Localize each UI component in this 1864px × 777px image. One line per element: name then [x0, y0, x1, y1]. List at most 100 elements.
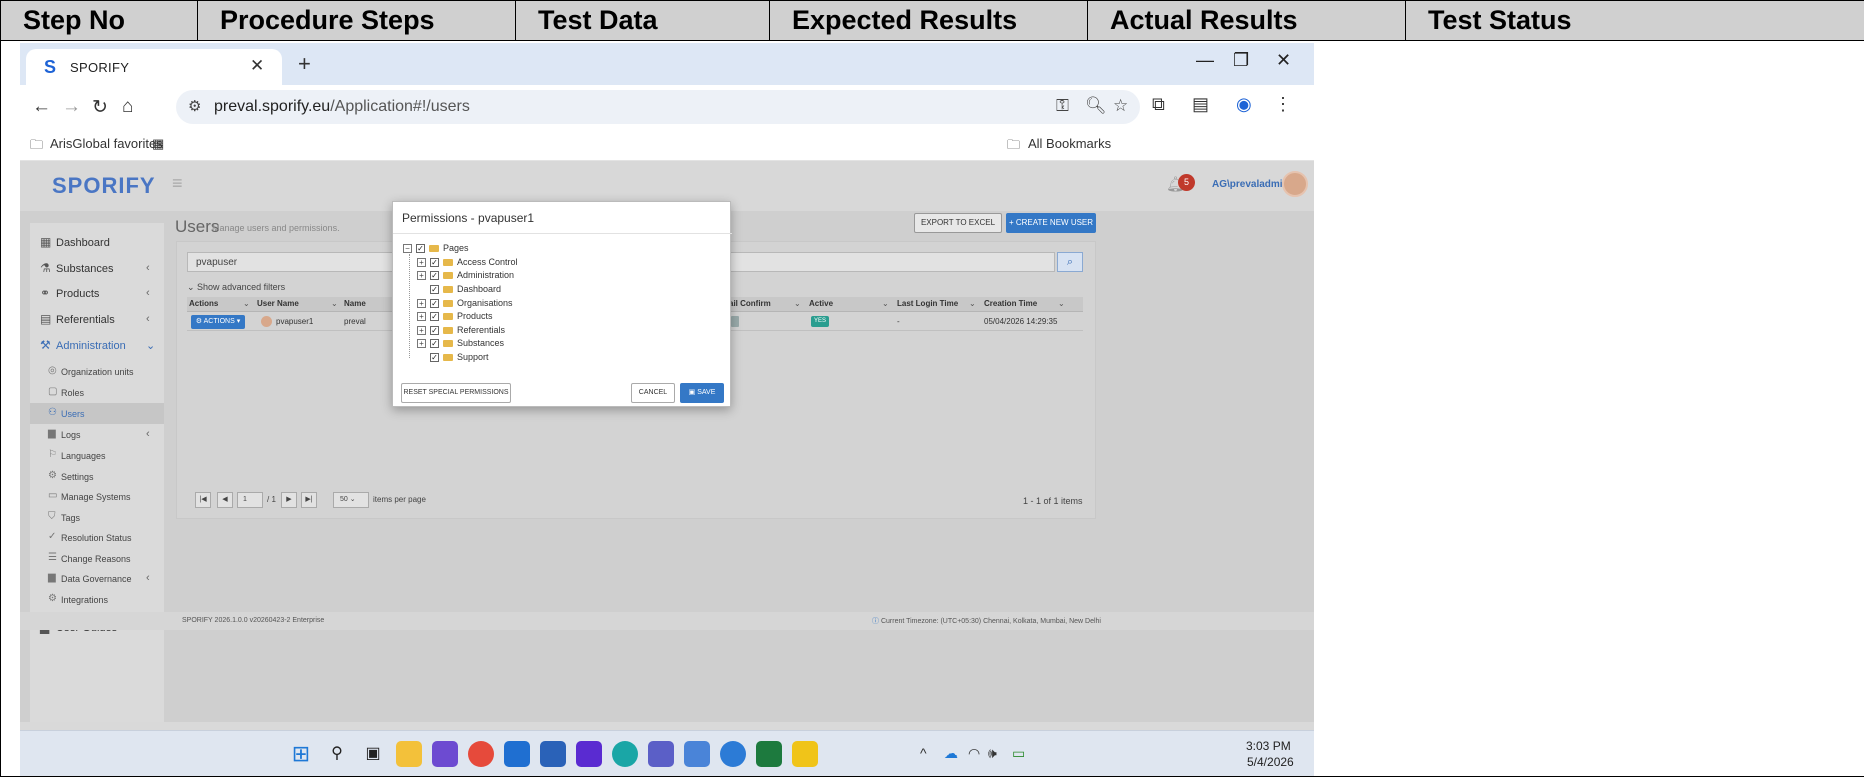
- next-page-icon[interactable]: ▶: [281, 492, 297, 508]
- browser-tab[interactable]: S SPORIFY ✕: [26, 49, 282, 85]
- checkbox-checked-icon[interactable]: ✓: [430, 285, 439, 294]
- expand-icon[interactable]: +: [417, 299, 426, 308]
- checkbox-checked-icon[interactable]: ✓: [430, 353, 439, 362]
- column-name[interactable]: Name: [344, 299, 366, 308]
- sidebar-item-referentials[interactable]: ▤ Referentials ‹: [30, 307, 164, 333]
- apps-grid-icon[interactable]: ▦: [152, 136, 164, 152]
- page-input[interactable]: 1: [237, 492, 263, 508]
- chevron-down-icon[interactable]: ⌄: [794, 299, 801, 308]
- clock-date[interactable]: 5/4/2026: [1247, 755, 1294, 769]
- home-icon[interactable]: ⌂: [122, 96, 133, 118]
- column-actions[interactable]: Actions: [189, 299, 218, 308]
- restore-icon[interactable]: ❐: [1233, 50, 1249, 71]
- sidebar-item-substances[interactable]: ⚗ Substances ‹: [30, 256, 164, 282]
- sidebar-item-administration[interactable]: ⚒ Administration ⌄: [30, 333, 164, 359]
- outlook-icon[interactable]: [504, 741, 530, 767]
- sidebar-item-languages[interactable]: ⚐ Languages: [30, 445, 164, 466]
- reload-icon[interactable]: ↻: [92, 96, 108, 119]
- all-bookmarks[interactable]: All Bookmarks: [1028, 136, 1111, 151]
- save-button[interactable]: ▣ SAVE: [680, 383, 724, 403]
- onedrive-icon[interactable]: ☁: [944, 745, 958, 762]
- create-new-user-button[interactable]: + CREATE NEW USER: [1006, 213, 1096, 233]
- cancel-button[interactable]: CANCEL: [631, 383, 675, 403]
- back-icon[interactable]: ←: [32, 96, 51, 118]
- checkbox-checked-icon[interactable]: ✓: [430, 326, 439, 335]
- address-bar[interactable]: ⚙ preval.sporify.eu/Application#!/users …: [176, 90, 1140, 124]
- menu-dots-icon[interactable]: ⋮: [1274, 94, 1292, 115]
- search-icon[interactable]: ⚲: [324, 741, 350, 767]
- checkbox-checked-icon[interactable]: ✓: [430, 271, 439, 280]
- store-icon[interactable]: [540, 741, 566, 767]
- minimize-icon[interactable]: —: [1196, 50, 1214, 71]
- chevron-down-icon[interactable]: ⌄: [331, 299, 338, 308]
- chevron-down-icon[interactable]: ⌄: [1058, 299, 1065, 308]
- sidebar-item-products[interactable]: ⚭ Products ‹: [30, 281, 164, 307]
- notepad-icon[interactable]: [684, 741, 710, 767]
- wifi-icon[interactable]: ◠: [968, 745, 980, 762]
- edge-icon[interactable]: [612, 741, 638, 767]
- expand-icon[interactable]: +: [417, 339, 426, 348]
- windows-start-icon[interactable]: ⊞: [288, 741, 314, 767]
- page-size-select[interactable]: 50 ⌄: [333, 492, 369, 508]
- excel-icon[interactable]: [756, 741, 782, 767]
- actions-button[interactable]: ⚙ ACTIONS ▾: [191, 315, 245, 329]
- hamburger-menu-icon[interactable]: ≡: [172, 173, 183, 194]
- chevron-down-icon[interactable]: ⌄: [969, 299, 976, 308]
- bookmark-star-icon[interactable]: ☆: [1113, 96, 1128, 116]
- expand-icon[interactable]: +: [417, 326, 426, 335]
- sidebar-item-settings[interactable]: ⚙ Settings: [30, 466, 164, 487]
- checkbox-checked-icon[interactable]: ✓: [430, 312, 439, 321]
- prev-page-icon[interactable]: ◀: [217, 492, 233, 508]
- password-key-icon[interactable]: ⚿: [1056, 96, 1069, 116]
- chevron-down-icon[interactable]: ⌄: [882, 299, 889, 308]
- sidebar-item-change-reasons[interactable]: ☰ Change Reasons: [30, 548, 164, 569]
- first-page-icon[interactable]: |◀: [195, 492, 211, 508]
- close-window-icon[interactable]: ✕: [1276, 50, 1291, 71]
- sidebar-item-data-governance[interactable]: ▆ Data Governance ‹: [30, 568, 164, 589]
- sidebar-item-manage-systems[interactable]: ▭ Manage Systems: [30, 486, 164, 507]
- sticky-notes-icon[interactable]: [792, 741, 818, 767]
- sidebar-item-resolution-status[interactable]: ✓ Resolution Status: [30, 527, 164, 548]
- intellij-icon[interactable]: [576, 741, 602, 767]
- export-to-excel-button[interactable]: EXPORT TO EXCEL: [914, 213, 1002, 233]
- file-explorer-icon[interactable]: [396, 741, 422, 767]
- new-tab-icon[interactable]: +: [298, 51, 311, 77]
- last-page-icon[interactable]: ▶|: [301, 492, 317, 508]
- profile-icon[interactable]: ◉: [1236, 94, 1252, 115]
- column-user-name[interactable]: User Name: [257, 299, 299, 308]
- sidebar-item-logs[interactable]: ▆ Logs ‹: [30, 424, 164, 445]
- chevron-up-icon[interactable]: ^: [920, 745, 927, 761]
- chevron-down-icon[interactable]: ⌄: [243, 299, 250, 308]
- sidebar-item-tags[interactable]: ⛉ Tags: [30, 507, 164, 528]
- column-active[interactable]: Active: [809, 299, 833, 308]
- app-logo[interactable]: SPORIFY: [52, 173, 156, 199]
- teams-icon[interactable]: [648, 741, 674, 767]
- sidebar-item-roles[interactable]: ▢ Roles: [30, 382, 164, 403]
- checkbox-checked-icon[interactable]: ✓: [430, 299, 439, 308]
- reset-special-permissions-button[interactable]: RESET SPECIAL PERMISSIONS: [401, 383, 511, 403]
- expand-icon[interactable]: +: [417, 312, 426, 321]
- reading-mode-icon[interactable]: ▤: [1192, 94, 1209, 115]
- checkbox-checked-icon[interactable]: ✓: [430, 258, 439, 267]
- avatar[interactable]: [1282, 171, 1308, 197]
- extensions-icon[interactable]: ⧉: [1152, 94, 1165, 115]
- expand-icon[interactable]: +: [417, 258, 426, 267]
- clock-time[interactable]: 3:03 PM: [1246, 739, 1291, 753]
- task-view-icon[interactable]: ▣: [360, 741, 386, 767]
- forward-icon[interactable]: →: [62, 96, 81, 118]
- site-info-icon[interactable]: ⚙: [188, 97, 201, 115]
- volume-icon[interactable]: 🕪︎: [988, 745, 997, 762]
- column-email-confirm[interactable]: ail Confirm: [729, 299, 771, 308]
- checkbox-checked-icon[interactable]: ✓: [416, 244, 425, 253]
- search-icon[interactable]: ⌕: [1057, 252, 1083, 272]
- column-creation-time[interactable]: Creation Time: [984, 299, 1037, 308]
- collapse-icon[interactable]: −: [403, 244, 412, 253]
- show-advanced-filters-link[interactable]: ⌄ Show advanced filters: [187, 282, 285, 293]
- sidebar-item-integrations[interactable]: ⚙ Integrations: [30, 589, 164, 610]
- battery-icon[interactable]: ▭: [1012, 745, 1025, 762]
- bookmark-arisglobal-favorites[interactable]: ArisGlobal favorites: [50, 136, 163, 151]
- url-text[interactable]: preval.sporify.eu/Application#!/users: [214, 98, 470, 116]
- expand-icon[interactable]: +: [417, 271, 426, 280]
- m365-icon[interactable]: [432, 741, 458, 767]
- sidebar-item-dashboard[interactable]: ▦ Dashboard: [30, 230, 164, 256]
